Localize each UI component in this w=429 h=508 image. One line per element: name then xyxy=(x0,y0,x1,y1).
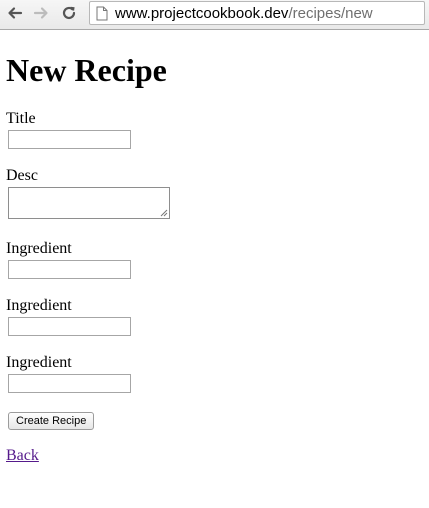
ingredient-field-group: Ingredient xyxy=(6,354,429,393)
reload-icon[interactable] xyxy=(58,2,80,24)
page-title: New Recipe xyxy=(6,52,167,88)
url-path: /recipes/new xyxy=(288,4,373,22)
desc-label: Desc xyxy=(6,167,38,184)
back-link[interactable]: Back xyxy=(6,447,39,464)
ingredient-label: Ingredient xyxy=(6,354,72,371)
create-recipe-button[interactable]: Create Recipe xyxy=(8,412,95,430)
ingredient-label: Ingredient xyxy=(6,297,72,314)
browser-toolbar: www.projectcookbook.dev/recipes/new xyxy=(0,0,429,30)
url-host: www.projectcookbook.dev xyxy=(115,4,289,22)
ingredient-field-group: Ingredient xyxy=(6,240,429,279)
resize-grip-icon[interactable] xyxy=(160,209,168,217)
ingredient-label: Ingredient xyxy=(6,240,72,257)
title-input[interactable] xyxy=(8,130,131,149)
desc-field-group: Desc xyxy=(6,167,429,219)
ingredient-input-1[interactable] xyxy=(8,260,131,279)
address-bar[interactable]: www.projectcookbook.dev/recipes/new xyxy=(89,1,425,25)
desc-textarea[interactable] xyxy=(8,187,170,219)
title-field-group: Title xyxy=(6,110,429,149)
back-arrow-icon[interactable] xyxy=(4,2,26,24)
ingredient-input-3[interactable] xyxy=(8,374,131,393)
page-icon xyxy=(96,6,108,21)
forward-arrow-icon[interactable] xyxy=(30,2,52,24)
ingredient-input-2[interactable] xyxy=(8,317,131,336)
back-link-row: Back xyxy=(6,447,429,465)
ingredient-field-group: Ingredient xyxy=(6,297,429,336)
page-content: New Recipe Title Desc Ingredient Ingredi… xyxy=(6,31,429,465)
title-label: Title xyxy=(6,110,36,127)
